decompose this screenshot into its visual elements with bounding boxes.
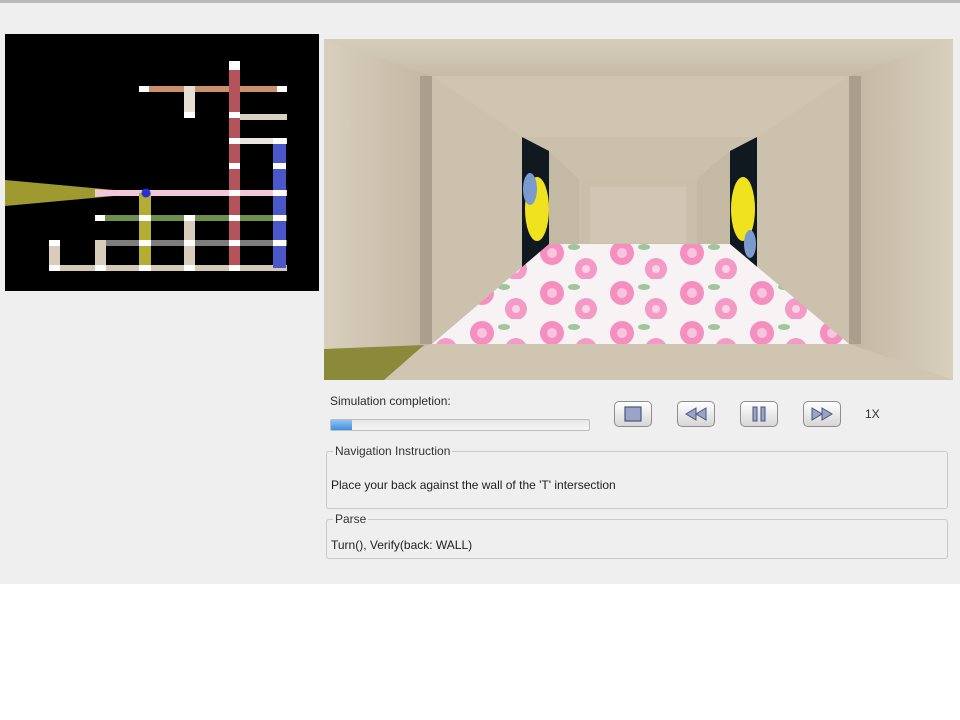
- app-window: Simulation completion: 1X Navigation Ins…: [0, 0, 960, 584]
- corridor-yellow: [139, 193, 151, 268]
- speed-indicator: 1X: [865, 407, 880, 421]
- stop-icon: [624, 406, 642, 422]
- navigation-instruction-panel: Navigation Instruction Place your back a…: [326, 444, 948, 509]
- parse-panel: Parse Turn(), Verify(back: WALL): [326, 512, 948, 559]
- fast-forward-button[interactable]: [803, 401, 841, 427]
- parse-title: Parse: [333, 512, 369, 526]
- progress-fill: [331, 420, 352, 430]
- parse-text: Turn(), Verify(back: WALL): [331, 538, 473, 552]
- agent-marker: [141, 188, 151, 198]
- corridor-stone: [49, 265, 287, 271]
- rewind-button[interactable]: [677, 401, 715, 427]
- navigation-instruction-title: Navigation Instruction: [333, 444, 453, 458]
- rewind-icon: [685, 407, 707, 421]
- stop-button[interactable]: [614, 401, 652, 427]
- pause-icon: [752, 406, 766, 422]
- corridor-pink: [95, 190, 287, 196]
- corridor-blue: [273, 138, 286, 268]
- fast-forward-icon: [811, 407, 833, 421]
- corridor-orange: [139, 86, 287, 92]
- overhead-maze-map: [5, 34, 319, 291]
- navigation-instruction-text: Place your back against the wall of the …: [331, 478, 616, 492]
- first-person-hallway-view: [324, 39, 953, 380]
- progress-label: Simulation completion:: [330, 394, 451, 408]
- pause-button[interactable]: [740, 401, 778, 427]
- simulation-progress-bar[interactable]: [330, 419, 590, 431]
